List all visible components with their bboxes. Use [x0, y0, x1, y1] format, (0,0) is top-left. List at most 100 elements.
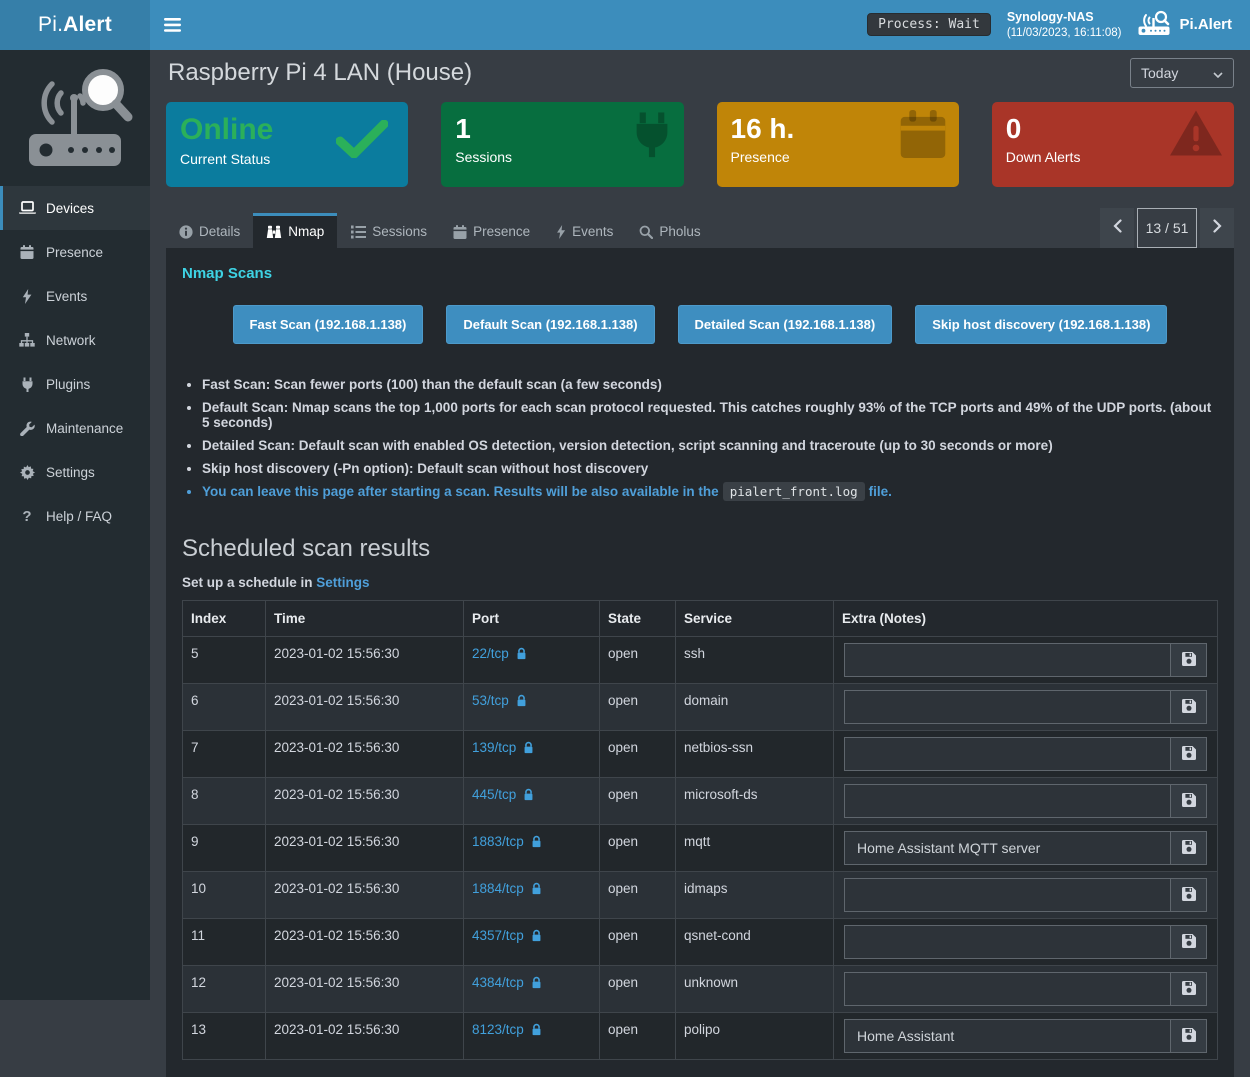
tab-pholus[interactable]: Pholus — [626, 214, 713, 248]
table-row: 12 2023-01-02 15:56:30 4384/tcp open unk… — [183, 966, 1218, 1013]
cell-service: ssh — [676, 637, 834, 684]
settings-link[interactable]: Settings — [316, 575, 369, 590]
wrench-icon — [18, 421, 36, 436]
port-link[interactable]: 22/tcp — [472, 646, 509, 661]
sidebar-menu: Devices Presence Events Network Plugins — [0, 186, 150, 538]
next-device-button[interactable] — [1200, 208, 1234, 248]
sidebar-item-help[interactable]: ? Help / FAQ — [0, 494, 150, 538]
table-body: 5 2023-01-02 15:56:30 22/tcp open ssh — [183, 637, 1218, 1060]
save-note-button[interactable] — [1171, 784, 1207, 818]
port-link[interactable]: 1883/tcp — [472, 834, 524, 849]
page-title: Raspberry Pi 4 LAN (House) — [166, 59, 472, 87]
sidebar: Devices Presence Events Network Plugins — [0, 50, 150, 1000]
cell-note — [834, 825, 1218, 872]
scan-description: Skip host discovery (-Pn option): Defaul… — [202, 461, 1218, 476]
cell-note — [834, 684, 1218, 731]
save-note-button[interactable] — [1171, 972, 1207, 1006]
floppy-save-icon — [1182, 981, 1196, 998]
note-input[interactable] — [844, 925, 1171, 959]
tab-presence[interactable]: Presence — [440, 214, 543, 248]
nmap-panel: Nmap Scans Fast Scan (192.168.1.138) Def… — [166, 248, 1234, 1077]
col-header-index: Index — [183, 601, 266, 637]
app-logo-prefix: Pi. — [38, 13, 63, 37]
info-circle-icon — [179, 225, 193, 239]
lock-icon — [523, 788, 534, 801]
laptop-icon — [18, 201, 36, 215]
sidebar-item-label: Help / FAQ — [46, 509, 112, 524]
sidebar-item-network[interactable]: Network — [0, 318, 150, 362]
tab-details[interactable]: Details — [166, 214, 253, 248]
col-header-service: Service — [676, 601, 834, 637]
col-header-extra: Extra (Notes) — [834, 601, 1218, 637]
cell-note — [834, 919, 1218, 966]
save-note-button[interactable] — [1171, 690, 1207, 724]
save-note-button[interactable] — [1171, 878, 1207, 912]
cell-port: 4357/tcp — [464, 919, 600, 966]
sidebar-item-presence[interactable]: Presence — [0, 230, 150, 274]
hamburger-menu-icon[interactable] — [164, 0, 202, 50]
prev-device-button[interactable] — [1100, 208, 1134, 248]
note-input[interactable] — [844, 878, 1171, 912]
lock-icon — [531, 929, 542, 942]
scan-note: You can leave this page after starting a… — [202, 484, 1218, 499]
nas-timestamp: (11/03/2023, 16:11:08) — [1007, 26, 1122, 42]
col-header-time: Time — [266, 601, 464, 637]
save-note-button[interactable] — [1171, 925, 1207, 959]
cell-port: 4384/tcp — [464, 966, 600, 1013]
sidebar-item-maintenance[interactable]: Maintenance — [0, 406, 150, 450]
tab-events[interactable]: Events — [543, 214, 626, 248]
col-header-state: State — [600, 601, 676, 637]
sidebar-item-devices[interactable]: Devices — [0, 186, 150, 230]
lock-icon — [523, 741, 534, 754]
save-note-button[interactable] — [1171, 737, 1207, 771]
save-note-button[interactable] — [1171, 831, 1207, 865]
note-input[interactable] — [844, 690, 1171, 724]
note-input[interactable] — [844, 784, 1171, 818]
app-logo[interactable]: Pi.Alert — [0, 0, 150, 50]
fast-scan-button[interactable]: Fast Scan (192.168.1.138) — [233, 305, 424, 344]
port-link[interactable]: 4357/tcp — [472, 928, 524, 943]
tab-sessions[interactable]: Sessions — [337, 214, 440, 248]
save-note-button[interactable] — [1171, 1019, 1207, 1053]
default-scan-button[interactable]: Default Scan (192.168.1.138) — [446, 305, 654, 344]
port-link[interactable]: 8123/tcp — [472, 1022, 524, 1037]
cell-port: 53/tcp — [464, 684, 600, 731]
note-input[interactable] — [844, 643, 1171, 677]
save-note-button[interactable] — [1171, 643, 1207, 677]
sidebar-item-settings[interactable]: Settings — [0, 450, 150, 494]
note-input[interactable] — [844, 972, 1171, 1006]
cell-service: polipo — [676, 1013, 834, 1060]
port-link[interactable]: 53/tcp — [472, 693, 509, 708]
cell-index: 7 — [183, 731, 266, 778]
cell-state: open — [600, 731, 676, 778]
chevron-left-icon — [1113, 219, 1122, 238]
note-input[interactable] — [844, 831, 1171, 865]
calendar-icon — [453, 225, 467, 239]
lock-icon — [531, 1023, 542, 1036]
table-row: 7 2023-01-02 15:56:30 139/tcp open netbi… — [183, 731, 1218, 778]
port-link[interactable]: 445/tcp — [472, 787, 516, 802]
note-input[interactable] — [844, 1019, 1171, 1053]
cell-state: open — [600, 966, 676, 1013]
detailed-scan-button[interactable]: Detailed Scan (192.168.1.138) — [678, 305, 893, 344]
cell-service: mqtt — [676, 825, 834, 872]
port-link[interactable]: 1884/tcp — [472, 881, 524, 896]
brand-link[interactable]: Pi.Alert — [1137, 10, 1236, 40]
port-link[interactable]: 4384/tcp — [472, 975, 524, 990]
lock-icon — [531, 835, 542, 848]
sidebar-item-events[interactable]: Events — [0, 274, 150, 318]
period-selector[interactable]: Today — [1130, 58, 1234, 88]
tab-nmap[interactable]: Nmap — [253, 213, 337, 248]
sidebar-item-plugins[interactable]: Plugins — [0, 362, 150, 406]
note-input[interactable] — [844, 737, 1171, 771]
tab-label: Events — [572, 224, 613, 239]
device-tabs: Details Nmap Sessions Presence Events — [166, 208, 1234, 248]
skip-host-discovery-button[interactable]: Skip host discovery (192.168.1.138) — [915, 305, 1167, 344]
floppy-save-icon — [1182, 887, 1196, 904]
cell-port: 1883/tcp — [464, 825, 600, 872]
cell-state: open — [600, 872, 676, 919]
nas-info: Synology-NAS (11/03/2023, 16:11:08) — [1007, 9, 1122, 41]
port-link[interactable]: 139/tcp — [472, 740, 516, 755]
scan-results-table: Index Time Port State Service Extra (Not… — [182, 600, 1218, 1060]
cell-index: 10 — [183, 872, 266, 919]
